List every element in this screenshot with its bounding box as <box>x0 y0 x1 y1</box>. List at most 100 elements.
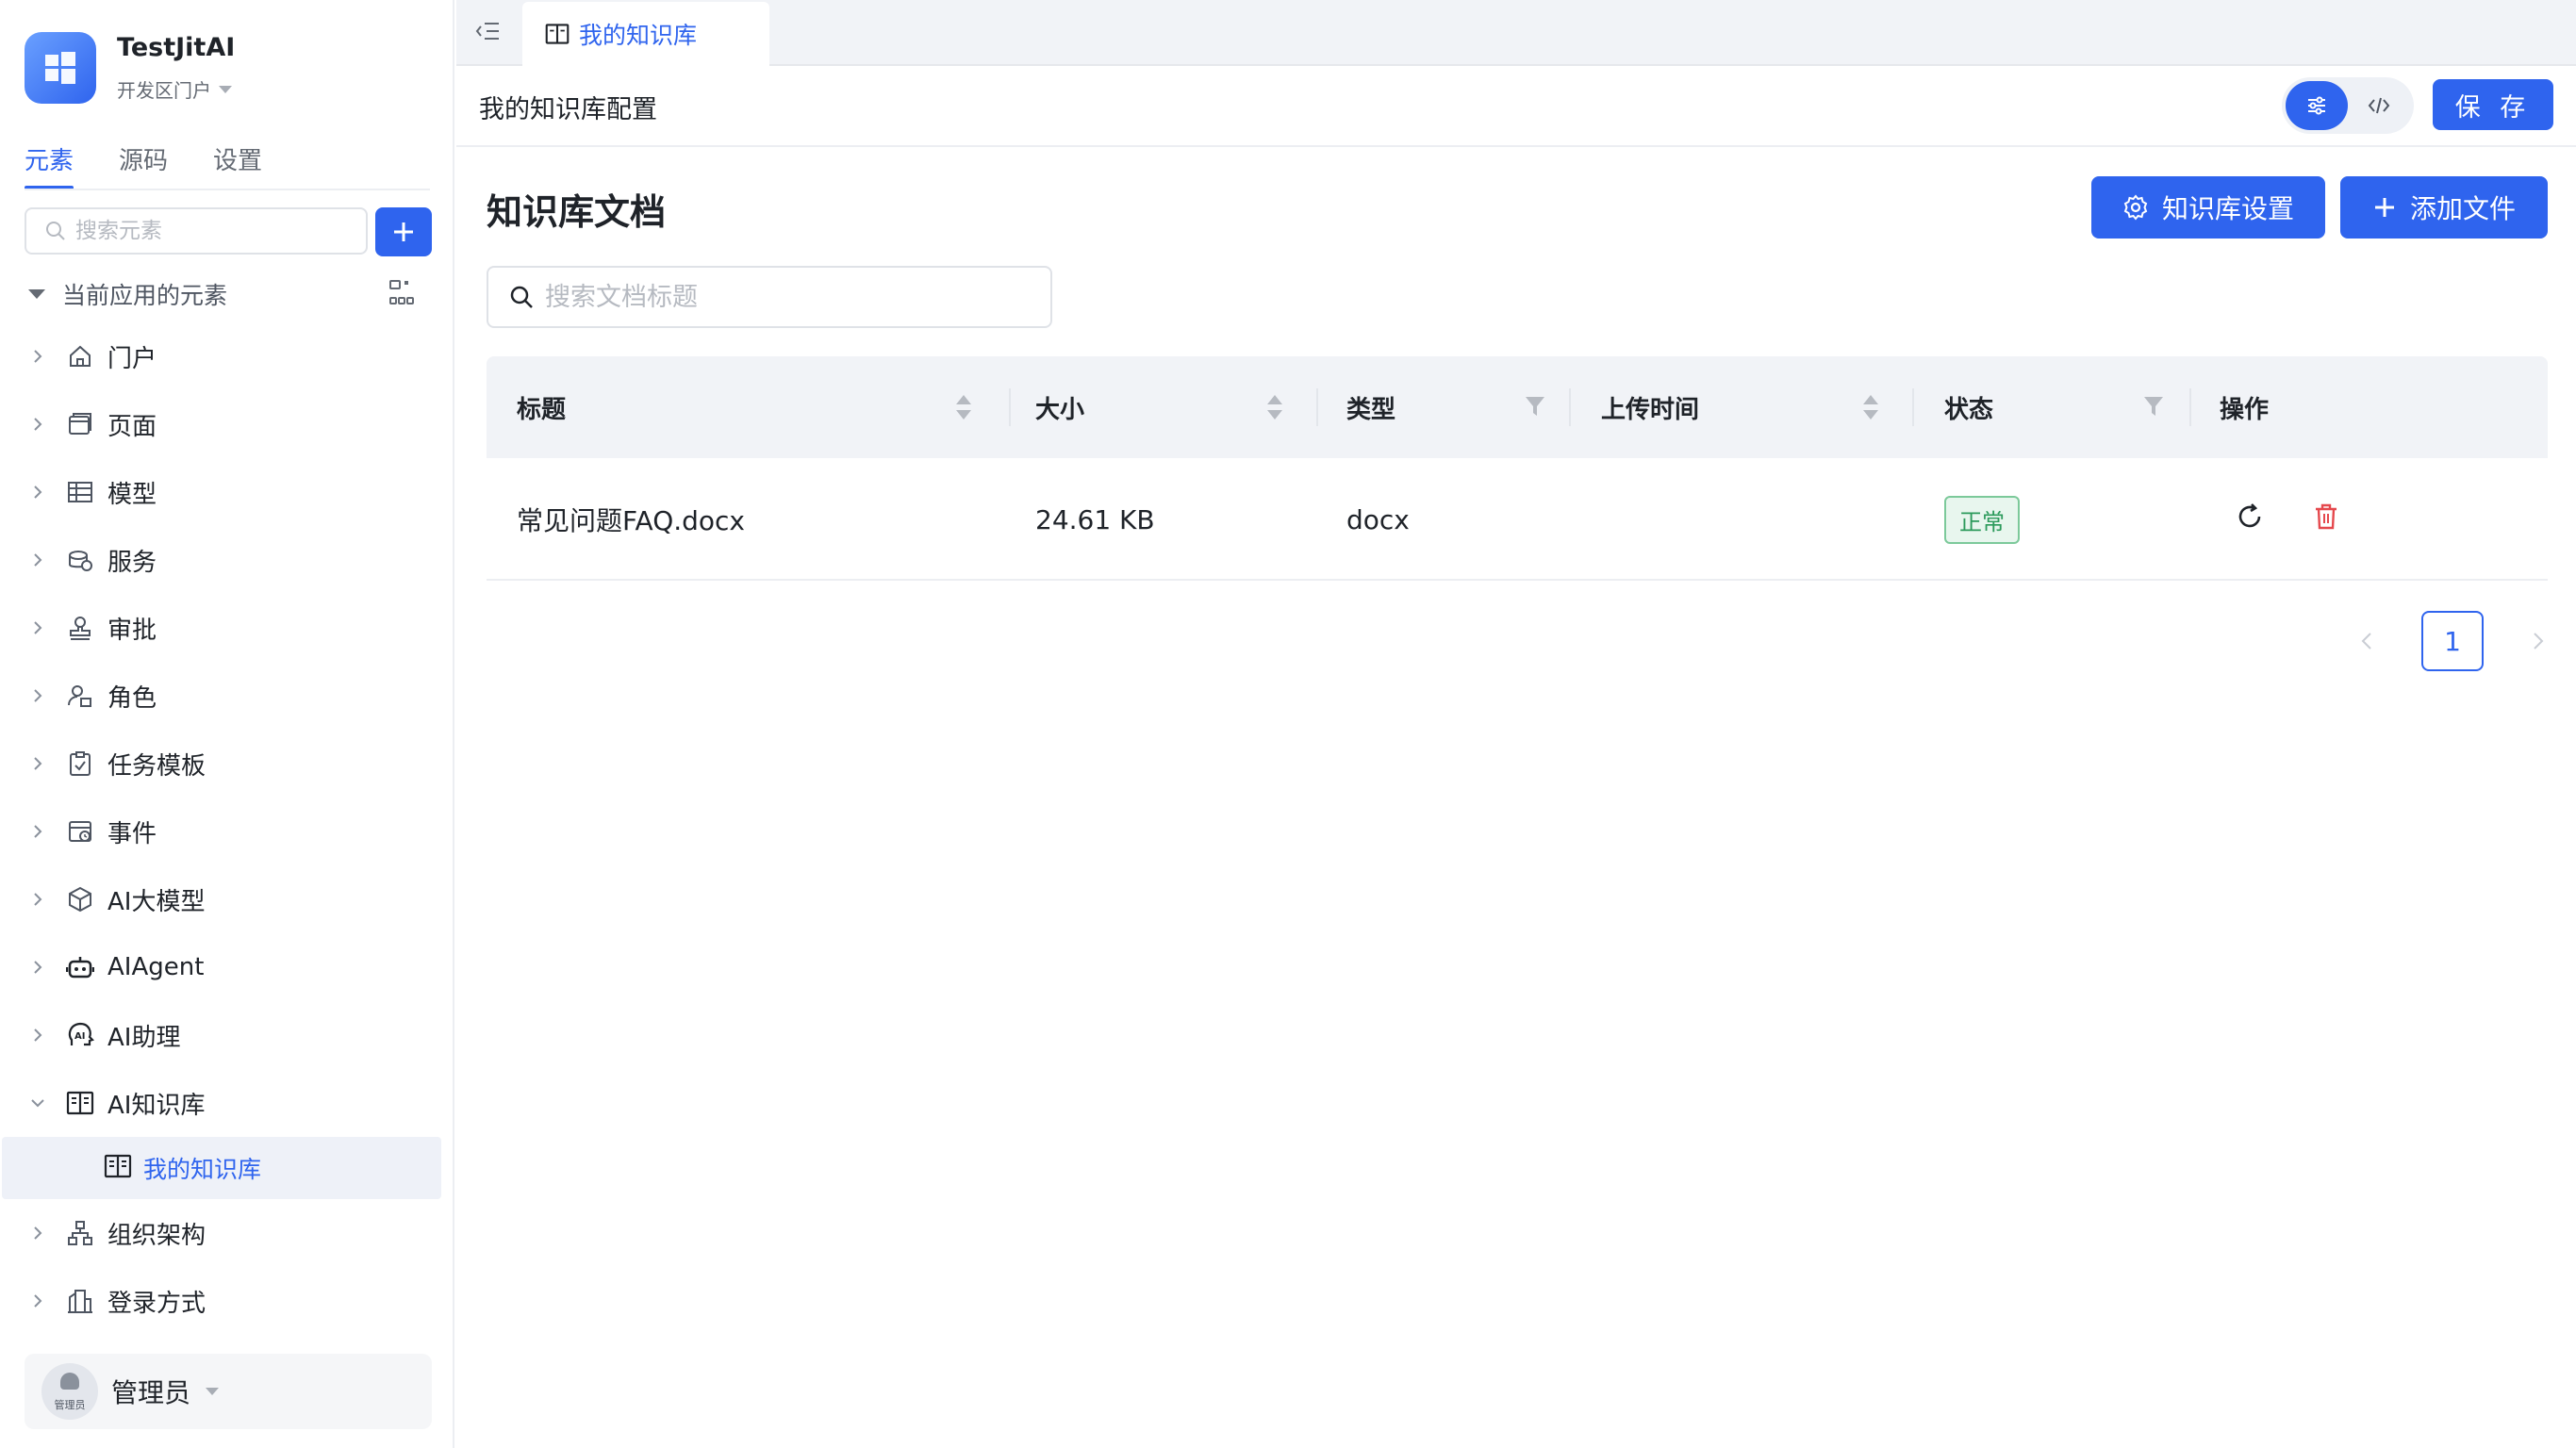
tree-item-ai-knowledge[interactable]: AI知识库 <box>0 1069 453 1137</box>
tree-item-label: 登录方式 <box>107 1289 206 1318</box>
table-header: 标题 大小 类型 上传时间 状态 操作 <box>487 356 2548 458</box>
plus-icon <box>2374 198 2394 217</box>
mode-toggle <box>2282 77 2414 134</box>
chevron-right-icon <box>30 1028 45 1043</box>
tree-item-login[interactable]: 登录方式 <box>0 1267 453 1335</box>
tree-item-label: 门户 <box>107 344 157 373</box>
column-header-status[interactable]: 状态 <box>1944 356 1993 458</box>
tree-item-model[interactable]: 模型 <box>0 458 453 526</box>
tree-item-event[interactable]: 事件 <box>0 798 453 865</box>
role-icon <box>64 680 96 712</box>
knowledge-settings-button[interactable]: 知识库设置 <box>2091 176 2325 239</box>
view-switch-icon[interactable] <box>388 279 417 307</box>
element-search[interactable] <box>25 207 368 255</box>
tab-bar: 我的知识库 <box>456 0 2576 66</box>
portal-label: 开发区门户 <box>117 79 211 102</box>
tree-item-label: AI大模型 <box>107 887 206 916</box>
chevron-left-icon <box>2361 633 2371 650</box>
tab-my-knowledge-base[interactable]: 我的知识库 <box>522 2 769 66</box>
tree-item-label: AI知识库 <box>107 1091 206 1120</box>
tab-settings[interactable]: 设置 <box>213 141 262 189</box>
add-element-button[interactable] <box>375 207 432 256</box>
sidebar: TestJitAI 开发区门户 元素 源码 设置 当前应用的元素 <box>0 0 454 1448</box>
chevron-right-icon <box>30 417 45 432</box>
building-icon <box>64 1285 96 1317</box>
home-icon <box>64 340 96 372</box>
column-header-size[interactable]: 大小 <box>1035 356 1084 458</box>
column-header-upload-time[interactable]: 上传时间 <box>1601 356 1699 458</box>
chevron-right-icon <box>30 349 45 364</box>
cell-status: 正常 <box>1944 458 2020 581</box>
code-mode-button[interactable] <box>2348 81 2410 130</box>
chevron-down-icon <box>30 1095 45 1111</box>
tree-item-label: 审批 <box>107 616 157 645</box>
book-icon <box>104 1152 132 1184</box>
tree-item-label: 页面 <box>107 412 157 441</box>
sort-icon[interactable] <box>954 392 973 422</box>
element-search-input[interactable] <box>75 219 339 243</box>
sort-icon[interactable] <box>1861 392 1880 422</box>
table-row: 常见问题FAQ.docx 24.61 KB docx 正常 <box>487 458 2548 581</box>
tree-item-portal[interactable]: 门户 <box>0 322 453 390</box>
save-button[interactable]: 保 存 <box>2433 79 2553 130</box>
table-icon <box>64 476 96 508</box>
tree-item-service[interactable]: 服务 <box>0 526 453 594</box>
filter-icon[interactable] <box>2142 394 2165 419</box>
tree-item-label: 模型 <box>107 480 157 509</box>
column-header-title[interactable]: 标题 <box>517 356 566 458</box>
caret-down-icon <box>206 1388 220 1395</box>
documents-table: 标题 大小 类型 上传时间 状态 操作 常见问题FAQ.docx 24.61 K… <box>487 356 2548 581</box>
tree-item-my-knowledge-base[interactable]: 我的知识库 <box>2 1137 441 1199</box>
app-logo <box>25 32 96 104</box>
collapse-sidebar-icon[interactable] <box>473 17 502 45</box>
prev-page-button[interactable] <box>2348 611 2386 671</box>
gear-icon <box>2123 194 2148 221</box>
add-file-button[interactable]: 添加文件 <box>2340 176 2548 239</box>
tree-item-ai-assistant[interactable]: AI AI助理 <box>0 1001 453 1069</box>
code-icon <box>2368 97 2390 114</box>
visual-mode-button[interactable] <box>2286 81 2348 130</box>
tree-item-aiagent[interactable]: AIAgent <box>0 933 453 1001</box>
tree-item-role[interactable]: 角色 <box>0 662 453 730</box>
add-file-label: 添加文件 <box>2409 193 2516 224</box>
chevron-right-icon <box>30 552 45 568</box>
tree-item-org[interactable]: 组织架构 <box>0 1199 453 1267</box>
column-header-type[interactable]: 类型 <box>1346 356 1395 458</box>
page-number-button[interactable]: 1 <box>2421 611 2484 671</box>
sort-icon[interactable] <box>1265 392 1284 422</box>
config-bar: 我的知识库配置 保 存 <box>456 66 2576 147</box>
tree-item-page[interactable]: 页面 <box>0 390 453 458</box>
search-icon <box>46 222 65 240</box>
search-icon <box>510 286 533 308</box>
tree-root[interactable]: 当前应用的元素 <box>28 275 424 313</box>
chevron-right-icon <box>30 1293 45 1308</box>
tree-item-label: 任务模板 <box>107 751 206 781</box>
tree-item-approval[interactable]: 审批 <box>0 594 453 662</box>
refresh-icon[interactable] <box>2235 502 2265 532</box>
tree-item-ai-model[interactable]: AI大模型 <box>0 865 453 933</box>
sliders-icon <box>2308 96 2325 115</box>
tree-item-label: 我的知识库 <box>143 1156 262 1183</box>
sidebar-tabs: 元素 源码 设置 <box>25 141 307 189</box>
stamp-icon <box>64 612 96 644</box>
page-title: 知识库文档 <box>487 191 667 233</box>
user-menu[interactable]: 管理员 管理员 <box>25 1354 432 1429</box>
portal-selector[interactable]: 开发区门户 <box>117 75 235 103</box>
tab-source[interactable]: 源码 <box>119 141 168 189</box>
chevron-right-icon <box>30 620 45 635</box>
cell-size: 24.61 KB <box>1035 503 1155 535</box>
org-chart-icon <box>64 1217 96 1249</box>
cell-title[interactable]: 常见问题FAQ.docx <box>517 458 745 581</box>
app-header: TestJitAI 开发区门户 <box>25 32 235 104</box>
doc-search-input[interactable] <box>545 282 1035 312</box>
doc-search[interactable] <box>487 266 1052 328</box>
tree-item-task-template[interactable]: 任务模板 <box>0 730 453 798</box>
delete-icon[interactable] <box>2312 502 2340 532</box>
avatar-label: 管理员 <box>54 1399 86 1411</box>
next-page-button[interactable] <box>2519 611 2557 671</box>
svg-text:AI: AI <box>74 1031 85 1042</box>
filter-icon[interactable] <box>1524 394 1546 419</box>
service-icon <box>64 544 96 576</box>
tab-label: 我的知识库 <box>579 22 698 49</box>
tab-elements[interactable]: 元素 <box>25 141 74 189</box>
